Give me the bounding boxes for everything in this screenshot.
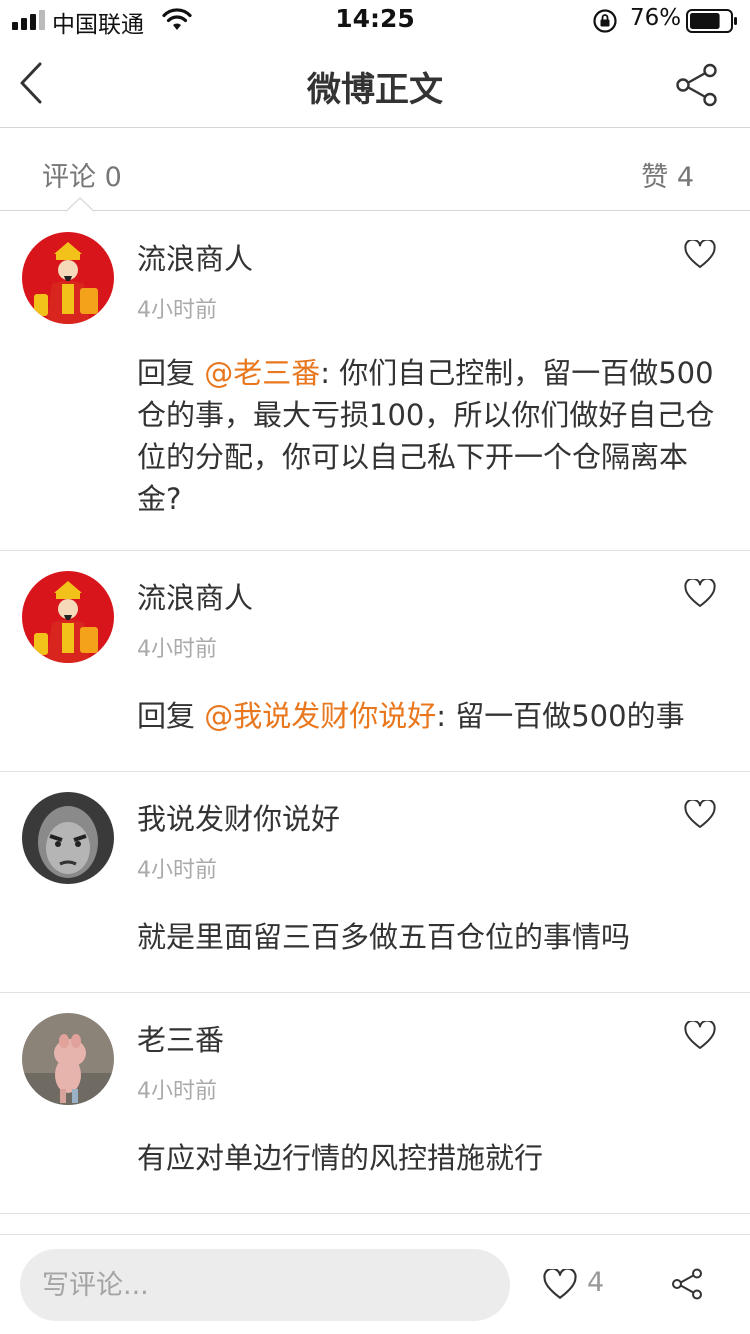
comment-item: 老三番 4小时前 有应对单边行情的风控措施就行	[0, 993, 750, 1214]
avatar-face-image	[22, 792, 114, 884]
share-icon[interactable]	[670, 1267, 704, 1301]
avatar[interactable]	[22, 792, 114, 884]
comment-author[interactable]: 我说发财你说好	[137, 796, 340, 838]
comment-body: : 留一百做500的事	[436, 699, 685, 733]
heart-icon[interactable]	[684, 579, 716, 609]
comment-time: 4小时前	[137, 858, 217, 883]
mention-link[interactable]: @老三番	[204, 356, 320, 390]
tab-likes[interactable]: 赞 4	[641, 155, 694, 194]
comment-input[interactable]	[20, 1249, 510, 1321]
avatar-pig-image	[22, 1013, 114, 1105]
heart-icon[interactable]	[684, 1021, 716, 1051]
comment-time: 4小时前	[137, 1079, 217, 1104]
reply-prefix: 回复	[137, 699, 205, 733]
comment-item: 流浪商人 4小时前 回复 @老三番: 你们自己控制，留一百做500仓的事，最大亏…	[0, 212, 750, 551]
comment-text: 就是里面留三百多做五百仓位的事情吗	[137, 920, 631, 954]
comment-author[interactable]: 流浪商人	[137, 575, 253, 617]
comment-time: 4小时前	[137, 637, 217, 662]
bottom-bar: 4	[0, 1234, 750, 1334]
share-icon[interactable]	[674, 62, 720, 108]
heart-icon[interactable]	[684, 240, 716, 270]
mention-link[interactable]: @我说发财你说好	[204, 699, 436, 733]
tab-comments[interactable]: 评论 0	[42, 155, 122, 194]
heart-icon[interactable]	[684, 800, 716, 830]
comment-item: 我说发财你说好 4小时前 就是里面留三百多做五百仓位的事情吗	[0, 772, 750, 993]
status-bar: 中国联通 14:25 76%	[0, 0, 750, 40]
comment-author[interactable]: 流浪商人	[137, 236, 253, 278]
active-tab-caret-icon	[66, 197, 94, 212]
comment-time: 4小时前	[137, 298, 217, 323]
comment-item: 流浪商人 4小时前 回复 @我说发财你说好: 留一百做500的事	[0, 551, 750, 772]
comment-text: 有应对单边行情的风控措施就行	[137, 1141, 544, 1175]
rotation-lock-icon	[593, 9, 617, 33]
comment-text: 回复 @老三番: 你们自己控制，留一百做500仓的事，最大亏损100，所以你们做…	[137, 352, 727, 520]
page-title: 微博正文	[307, 70, 443, 110]
comment-text: 回复 @我说发财你说好: 留一百做500的事	[137, 695, 727, 737]
avatar[interactable]	[22, 232, 114, 324]
reply-prefix: 回复	[137, 356, 205, 390]
avatar[interactable]	[22, 1013, 114, 1105]
avatar-deity-image	[22, 232, 114, 324]
tab-bar: 评论 0 赞 4	[0, 129, 750, 211]
heart-icon[interactable]	[543, 1269, 577, 1301]
nav-bar: 微博正文	[0, 40, 750, 128]
avatar-deity-image	[22, 571, 114, 663]
battery-icon	[686, 9, 737, 33]
battery-percent: 76%	[630, 5, 682, 31]
comment-author[interactable]: 老三番	[137, 1017, 224, 1059]
like-count[interactable]: 4	[587, 1267, 604, 1298]
avatar[interactable]	[22, 571, 114, 663]
